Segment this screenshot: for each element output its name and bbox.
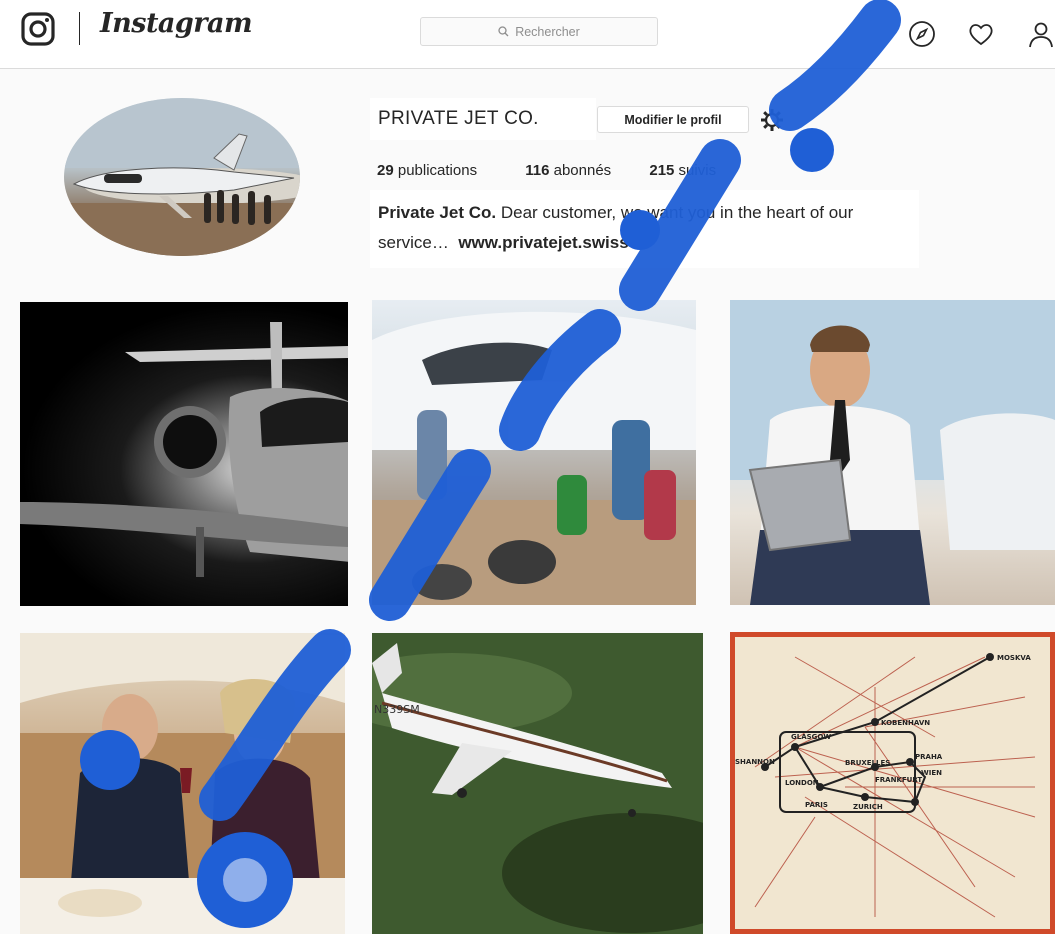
jet-night-photo [20,322,348,577]
tail-number: N339SM [374,703,420,716]
search-icon [498,26,509,37]
profile-person-icon[interactable] [1027,20,1055,48]
profile-stats: 29 publications 116 abonnés 215 suivis [377,162,716,179]
bio-website-link[interactable]: www.privatejet.swiss [458,233,628,252]
stat-publications-count: 29 [377,162,394,179]
map-label-praha: PRAHA [915,753,943,761]
post-route-map[interactable]: MOSKVA KOBENHAVN GLASGOW SHANNON LONDON … [730,632,1055,934]
stat-following-count: 215 [649,162,675,179]
profile-avatar[interactable] [64,98,300,256]
stat-followers-count: 116 [525,162,550,179]
post-jet-flying[interactable]: N339SM [372,633,703,934]
map-label-wien: WIEN [921,769,942,777]
stat-following-label: suivis [674,162,717,179]
instagram-wordmark[interactable]: Instagram [100,8,253,39]
stat-following[interactable]: 215 suivis [649,162,716,179]
top-navigation-bar: Instagram Rechercher [0,0,1055,69]
map-label-frankfurt: FRANKFURT [875,776,922,784]
stat-followers-label: abonnés [549,162,612,179]
jet-flying-photo: N339SM [372,633,703,934]
profile-bio: Private Jet Co. Dear customer, we want y… [370,190,919,268]
map-label-bruxelles: BRUXELLES [845,759,890,767]
stat-publications[interactable]: 29 publications [377,162,477,179]
stat-publications-label: publications [393,162,478,179]
map-label-glasgow: GLASGOW [791,733,831,741]
post-cabin-couple[interactable] [20,633,345,934]
post-family-jet[interactable] [372,300,696,605]
search-input[interactable]: Rechercher [420,17,658,46]
instagram-camera-icon[interactable] [21,12,55,46]
logo-separator [79,12,80,45]
bio-name: Private Jet Co. [378,203,497,222]
map-label-london: LONDON [785,779,819,787]
pilot-photo [730,300,1055,605]
post-jet-night[interactable] [20,302,348,606]
explore-compass-icon[interactable] [908,20,936,48]
heart-icon[interactable] [967,20,995,48]
private-jet-photo [64,98,300,256]
settings-gear-icon[interactable] [760,108,784,132]
search-placeholder: Rechercher [515,24,580,39]
route-map-image: MOSKVA KOBENHAVN GLASGOW SHANNON LONDON … [735,653,1036,918]
map-label-paris: PARIS [805,801,828,809]
post-pilot[interactable] [730,300,1055,605]
map-label-zurich: ZURICH [853,803,883,811]
map-label-kobenhavn: KOBENHAVN [881,719,930,727]
stat-followers[interactable]: 116 abonnés [525,162,611,179]
map-label-shannon: SHANNON [735,758,775,766]
family-jet-photo [372,311,696,605]
profile-username: PRIVATE JET CO. [370,98,596,140]
map-label-moskva: MOSKVA [997,654,1031,662]
cabin-couple-photo [20,633,345,934]
edit-profile-button[interactable]: Modifier le profil [597,106,749,133]
